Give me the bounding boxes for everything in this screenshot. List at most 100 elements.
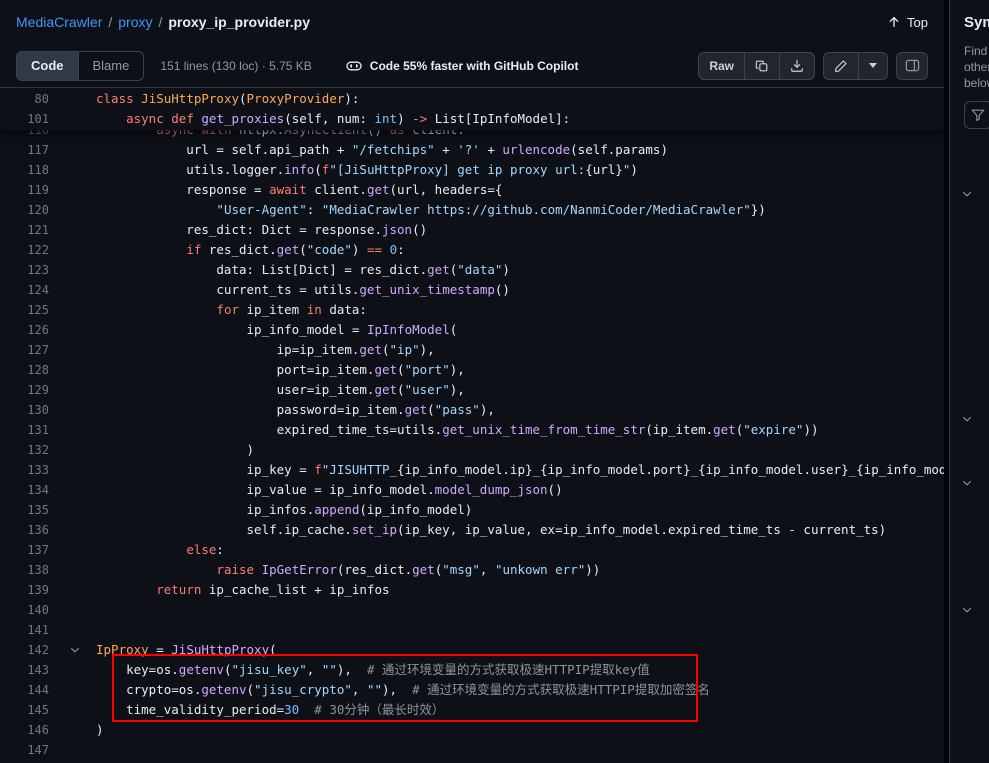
fold-gutter xyxy=(58,109,96,129)
code-line: 101 async def get_proxies(self, num: int… xyxy=(0,109,944,129)
line-number[interactable]: 146 xyxy=(0,720,58,740)
line-number[interactable]: 141 xyxy=(0,620,58,640)
code-line: 141 xyxy=(0,620,944,640)
fold-gutter xyxy=(58,580,96,600)
code-line: 133 ip_key = f"JISUHTTP_{ip_info_model.i… xyxy=(0,460,944,480)
line-number[interactable]: 126 xyxy=(0,320,58,340)
raw-button[interactable]: Raw xyxy=(699,53,744,79)
line-number[interactable]: 128 xyxy=(0,360,58,380)
line-number[interactable]: 137 xyxy=(0,540,58,560)
code-text: res_dict: Dict = response.json() xyxy=(96,220,427,240)
breadcrumb-folder-link[interactable]: proxy xyxy=(118,14,152,30)
line-number[interactable]: 120 xyxy=(0,200,58,220)
code-line: 129 user=ip_item.get("user"), xyxy=(0,380,944,400)
line-number[interactable]: 118 xyxy=(0,160,58,180)
line-number[interactable]: 147 xyxy=(0,740,58,760)
line-number[interactable]: 136 xyxy=(0,520,58,540)
code-line: 131 expired_time_ts=utils.get_unix_time_… xyxy=(0,420,944,440)
line-number[interactable]: 132 xyxy=(0,440,58,460)
line-number[interactable]: 80 xyxy=(0,89,58,109)
line-number[interactable]: 122 xyxy=(0,240,58,260)
code-text: raise IpGetError(res_dict.get("msg", "un… xyxy=(96,560,600,580)
fold-gutter xyxy=(58,180,96,200)
line-number[interactable]: 135 xyxy=(0,500,58,520)
line-number[interactable]: 145 xyxy=(0,700,58,720)
line-number[interactable]: 125 xyxy=(0,300,58,320)
code-line: 137 else: xyxy=(0,540,944,560)
fold-gutter xyxy=(58,460,96,480)
funnel-icon xyxy=(971,108,985,122)
fold-gutter xyxy=(58,600,96,620)
line-number[interactable]: 129 xyxy=(0,380,58,400)
code-text: if res_dict.get("code") == 0: xyxy=(96,240,405,260)
symbol-tree-node-expander[interactable] xyxy=(961,600,973,620)
line-number[interactable]: 121 xyxy=(0,220,58,240)
line-number[interactable]: 123 xyxy=(0,260,58,280)
symbol-tree-node-expander[interactable] xyxy=(961,409,973,429)
caret-down-icon xyxy=(869,63,877,68)
code-line: 139 return ip_cache_list + ip_infos xyxy=(0,580,944,600)
code-line: 142IpProxy = JiSuHttpProxy( xyxy=(0,640,944,660)
symbols-description-line: below or in the code. xyxy=(964,75,989,91)
line-number[interactable]: 127 xyxy=(0,340,58,360)
copy-raw-button[interactable] xyxy=(744,53,779,79)
symbols-panel-toggle-button[interactable] xyxy=(896,52,928,80)
filter-symbols-button[interactable] xyxy=(964,101,989,129)
code-text: data: List[Dict] = res_dict.get("data") xyxy=(96,260,510,280)
line-number[interactable]: 138 xyxy=(0,560,58,580)
code-line: 145 time_validity_period=30 # 30分钟（最长时效） xyxy=(0,700,944,720)
line-number[interactable]: 131 xyxy=(0,420,58,440)
line-number[interactable]: 101 xyxy=(0,109,58,129)
code-text: ip=ip_item.get("ip"), xyxy=(96,340,435,360)
edit-dropdown-button[interactable] xyxy=(858,53,887,79)
toolbar-actions: Raw xyxy=(698,52,928,80)
line-number[interactable]: 144 xyxy=(0,680,58,700)
line-number[interactable]: 124 xyxy=(0,280,58,300)
code-line: 132 ) xyxy=(0,440,944,460)
breadcrumb-separator: / xyxy=(108,14,112,30)
tab-code[interactable]: Code xyxy=(17,52,78,80)
symbol-tree-node-expander[interactable] xyxy=(961,473,973,493)
code-text: ip_value = ip_info_model.model_dump_json… xyxy=(96,480,563,500)
edit-file-button[interactable] xyxy=(824,53,858,79)
line-number[interactable]: 139 xyxy=(0,580,58,600)
fold-gutter xyxy=(58,380,96,400)
line-number[interactable]: 117 xyxy=(0,140,58,160)
code-line: 117 url = self.api_path + "/fetchips" + … xyxy=(0,140,944,160)
fold-gutter xyxy=(58,440,96,460)
breadcrumb-repo-link[interactable]: MediaCrawler xyxy=(16,14,102,30)
fold-gutter xyxy=(58,720,96,740)
line-number[interactable]: 143 xyxy=(0,660,58,680)
code-line: 125 for ip_item in data: xyxy=(0,300,944,320)
code-text: time_validity_period=30 # 30分钟（最长时效） xyxy=(96,700,444,720)
code-text: current_ts = utils.get_unix_timestamp() xyxy=(96,280,510,300)
download-icon xyxy=(790,59,804,73)
line-number[interactable]: 133 xyxy=(0,460,58,480)
code-blame-switch: Code Blame xyxy=(16,51,144,81)
file-meta-text: 151 lines (130 loc) · 5.75 KB xyxy=(160,59,311,73)
chevron-down-icon xyxy=(961,604,973,616)
code-text: url = self.api_path + "/fetchips" + '?' … xyxy=(96,140,668,160)
line-number[interactable]: 134 xyxy=(0,480,58,500)
symbols-panel-title: Symbols xyxy=(964,14,989,31)
pencil-icon xyxy=(834,59,848,73)
code-text: ip_info_model = IpInfoModel( xyxy=(96,320,457,340)
code-text: key=os.getenv("jisu_key", ""), # 通过环境变量的… xyxy=(96,660,650,680)
scroll-to-top-button[interactable]: Top xyxy=(887,15,928,30)
download-raw-button[interactable] xyxy=(779,53,814,79)
copilot-banner[interactable]: Code 55% faster with GitHub Copilot xyxy=(346,58,579,74)
line-number[interactable]: 130 xyxy=(0,400,58,420)
symbol-tree-node-expander[interactable] xyxy=(961,184,973,204)
fold-gutter xyxy=(58,660,96,680)
symbols-panel-description: Find definitions and references for func… xyxy=(964,43,989,91)
fold-gutter xyxy=(58,280,96,300)
line-number[interactable]: 140 xyxy=(0,600,58,620)
tab-blame[interactable]: Blame xyxy=(78,52,144,80)
code-line: 124 current_ts = utils.get_unix_timestam… xyxy=(0,280,944,300)
fold-gutter xyxy=(58,400,96,420)
fold-toggle-icon[interactable] xyxy=(58,640,96,660)
line-number[interactable]: 119 xyxy=(0,180,58,200)
fold-gutter xyxy=(58,620,96,640)
code-line: 123 data: List[Dict] = res_dict.get("dat… xyxy=(0,260,944,280)
line-number[interactable]: 142 xyxy=(0,640,58,660)
